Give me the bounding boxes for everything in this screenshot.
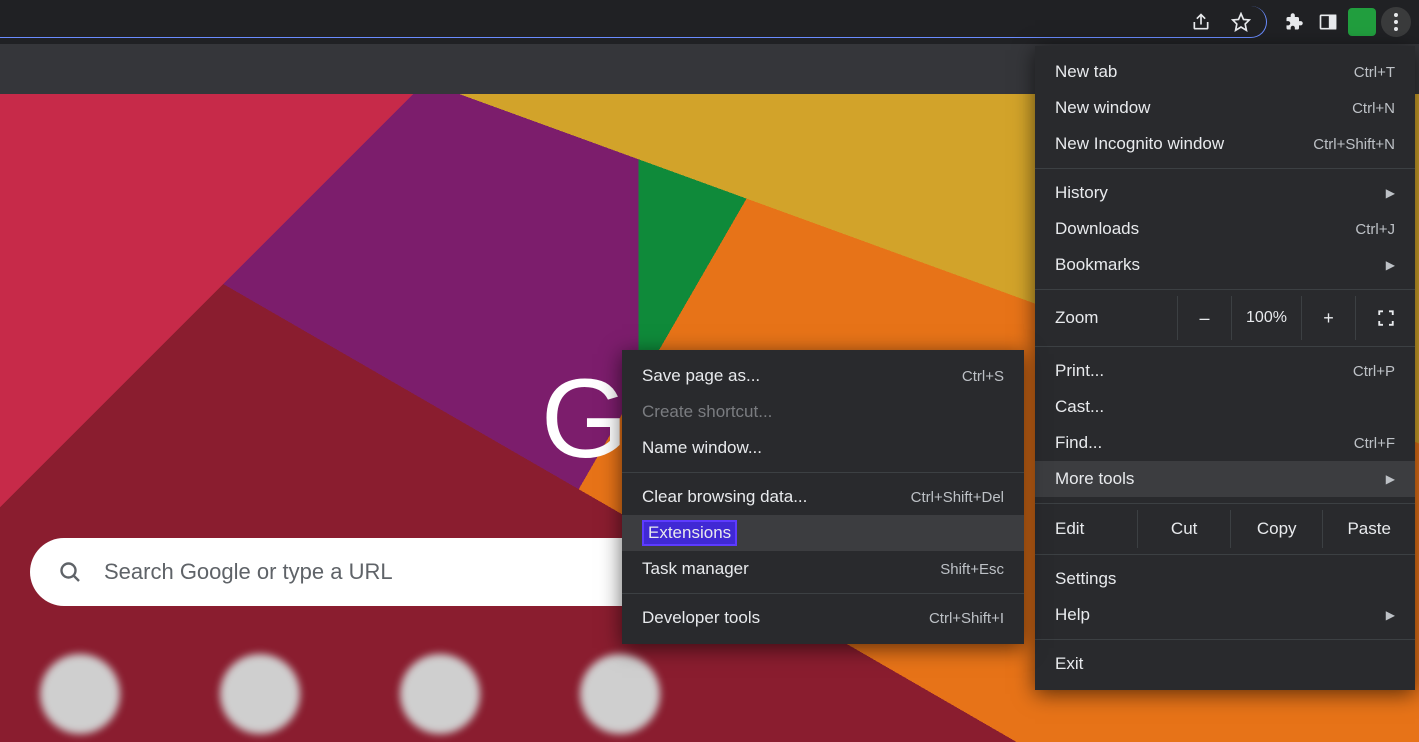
menu-item-label: New Incognito window (1055, 134, 1224, 154)
shortcut-row (40, 654, 660, 734)
more-tools-submenu: Save page as... Ctrl+S Create shortcut..… (622, 350, 1024, 644)
submenu-item-task-manager[interactable]: Task manager Shift+Esc (622, 551, 1024, 587)
menu-item-label: Downloads (1055, 219, 1139, 239)
shortcut-tile[interactable] (400, 654, 480, 734)
menu-item-label: Extensions (642, 520, 737, 546)
menu-item-label: Developer tools (642, 608, 760, 628)
star-icon[interactable] (1230, 11, 1252, 33)
menu-separator (622, 472, 1024, 473)
menu-item-downloads[interactable]: Downloads Ctrl+J (1035, 211, 1415, 247)
menu-item-bookmarks[interactable]: Bookmarks ▶ (1035, 247, 1415, 283)
menu-item-zoom: Zoom – 100% + (1035, 296, 1415, 340)
zoom-value: 100% (1231, 296, 1301, 340)
menu-item-label: Clear browsing data... (642, 487, 807, 507)
submenu-item-name-window[interactable]: Name window... (622, 430, 1024, 466)
submenu-item-devtools[interactable]: Developer tools Ctrl+Shift+I (622, 600, 1024, 636)
menu-item-label: New tab (1055, 62, 1117, 82)
menu-item-edit: Edit Cut Copy Paste (1035, 510, 1415, 548)
search-icon (58, 560, 82, 584)
menu-item-help[interactable]: Help ▶ (1035, 597, 1415, 633)
menu-item-new-incognito[interactable]: New Incognito window Ctrl+Shift+N (1035, 126, 1415, 162)
menu-shortcut: Ctrl+Shift+I (929, 610, 1004, 627)
menu-shortcut: Ctrl+J (1355, 221, 1395, 238)
menu-shortcut: Ctrl+Shift+N (1313, 136, 1395, 153)
chevron-right-icon: ▶ (1386, 186, 1395, 200)
chevron-right-icon: ▶ (1386, 258, 1395, 272)
profile-avatar[interactable] (1345, 5, 1379, 39)
side-panel-button[interactable] (1311, 5, 1345, 39)
chevron-right-icon: ▶ (1386, 472, 1395, 486)
menu-item-label: Name window... (642, 438, 762, 458)
menu-item-label: Create shortcut... (642, 402, 772, 422)
main-menu: New tab Ctrl+T New window Ctrl+N New Inc… (1035, 46, 1415, 690)
address-bar[interactable] (0, 6, 1267, 38)
menu-item-label: Exit (1055, 654, 1083, 674)
paste-button[interactable]: Paste (1323, 510, 1415, 548)
menu-item-label: Print... (1055, 361, 1104, 381)
zoom-in-button[interactable]: + (1301, 296, 1355, 340)
copy-button[interactable]: Copy (1231, 510, 1324, 548)
menu-shortcut: Ctrl+Shift+Del (911, 489, 1004, 506)
menu-item-find[interactable]: Find... Ctrl+F (1035, 425, 1415, 461)
cut-button[interactable]: Cut (1138, 510, 1231, 548)
menu-item-new-window[interactable]: New window Ctrl+N (1035, 90, 1415, 126)
browser-toolbar (0, 0, 1419, 44)
menu-item-label: Help (1055, 605, 1090, 625)
menu-item-more-tools[interactable]: More tools ▶ (1035, 461, 1415, 497)
menu-shortcut: Ctrl+P (1353, 363, 1395, 380)
menu-item-label: Task manager (642, 559, 749, 579)
menu-item-label: Zoom (1055, 308, 1177, 328)
menu-item-settings[interactable]: Settings (1035, 561, 1415, 597)
menu-item-label: Save page as... (642, 366, 760, 386)
menu-item-cast[interactable]: Cast... (1035, 389, 1415, 425)
menu-item-label: History (1055, 183, 1108, 203)
menu-separator (1035, 554, 1415, 555)
menu-item-label: More tools (1055, 469, 1134, 489)
menu-item-print[interactable]: Print... Ctrl+P (1035, 353, 1415, 389)
menu-shortcut: Ctrl+N (1352, 100, 1395, 117)
menu-item-label: Bookmarks (1055, 255, 1140, 275)
menu-shortcut: Ctrl+T (1354, 64, 1395, 81)
menu-item-history[interactable]: History ▶ (1035, 175, 1415, 211)
menu-item-label: Settings (1055, 569, 1116, 589)
menu-shortcut: Ctrl+S (962, 368, 1004, 385)
submenu-item-clear-data[interactable]: Clear browsing data... Ctrl+Shift+Del (622, 479, 1024, 515)
shortcut-tile[interactable] (40, 654, 120, 734)
menu-separator (1035, 639, 1415, 640)
menu-separator (1035, 503, 1415, 504)
menu-separator (1035, 346, 1415, 347)
submenu-item-create-shortcut: Create shortcut... (622, 394, 1024, 430)
fullscreen-button[interactable] (1355, 296, 1415, 340)
zoom-out-button[interactable]: – (1177, 296, 1231, 340)
menu-shortcut: Ctrl+F (1354, 435, 1395, 452)
menu-item-exit[interactable]: Exit (1035, 646, 1415, 682)
menu-item-label: New window (1055, 98, 1150, 118)
menu-item-label: Find... (1055, 433, 1102, 453)
edit-label: Edit (1035, 510, 1138, 548)
menu-shortcut: Shift+Esc (940, 561, 1004, 578)
chevron-right-icon: ▶ (1386, 608, 1395, 622)
menu-separator (1035, 289, 1415, 290)
search-placeholder: Search Google or type a URL (104, 559, 393, 585)
menu-separator (622, 593, 1024, 594)
extensions-button[interactable] (1277, 5, 1311, 39)
more-menu-button[interactable] (1379, 5, 1413, 39)
submenu-item-extensions[interactable]: Extensions (622, 515, 1024, 551)
shortcut-tile[interactable] (220, 654, 300, 734)
menu-item-new-tab[interactable]: New tab Ctrl+T (1035, 54, 1415, 90)
menu-item-label: Cast... (1055, 397, 1104, 417)
menu-separator (1035, 168, 1415, 169)
submenu-item-save-page[interactable]: Save page as... Ctrl+S (622, 358, 1024, 394)
share-icon[interactable] (1190, 11, 1212, 33)
shortcut-tile[interactable] (580, 654, 660, 734)
